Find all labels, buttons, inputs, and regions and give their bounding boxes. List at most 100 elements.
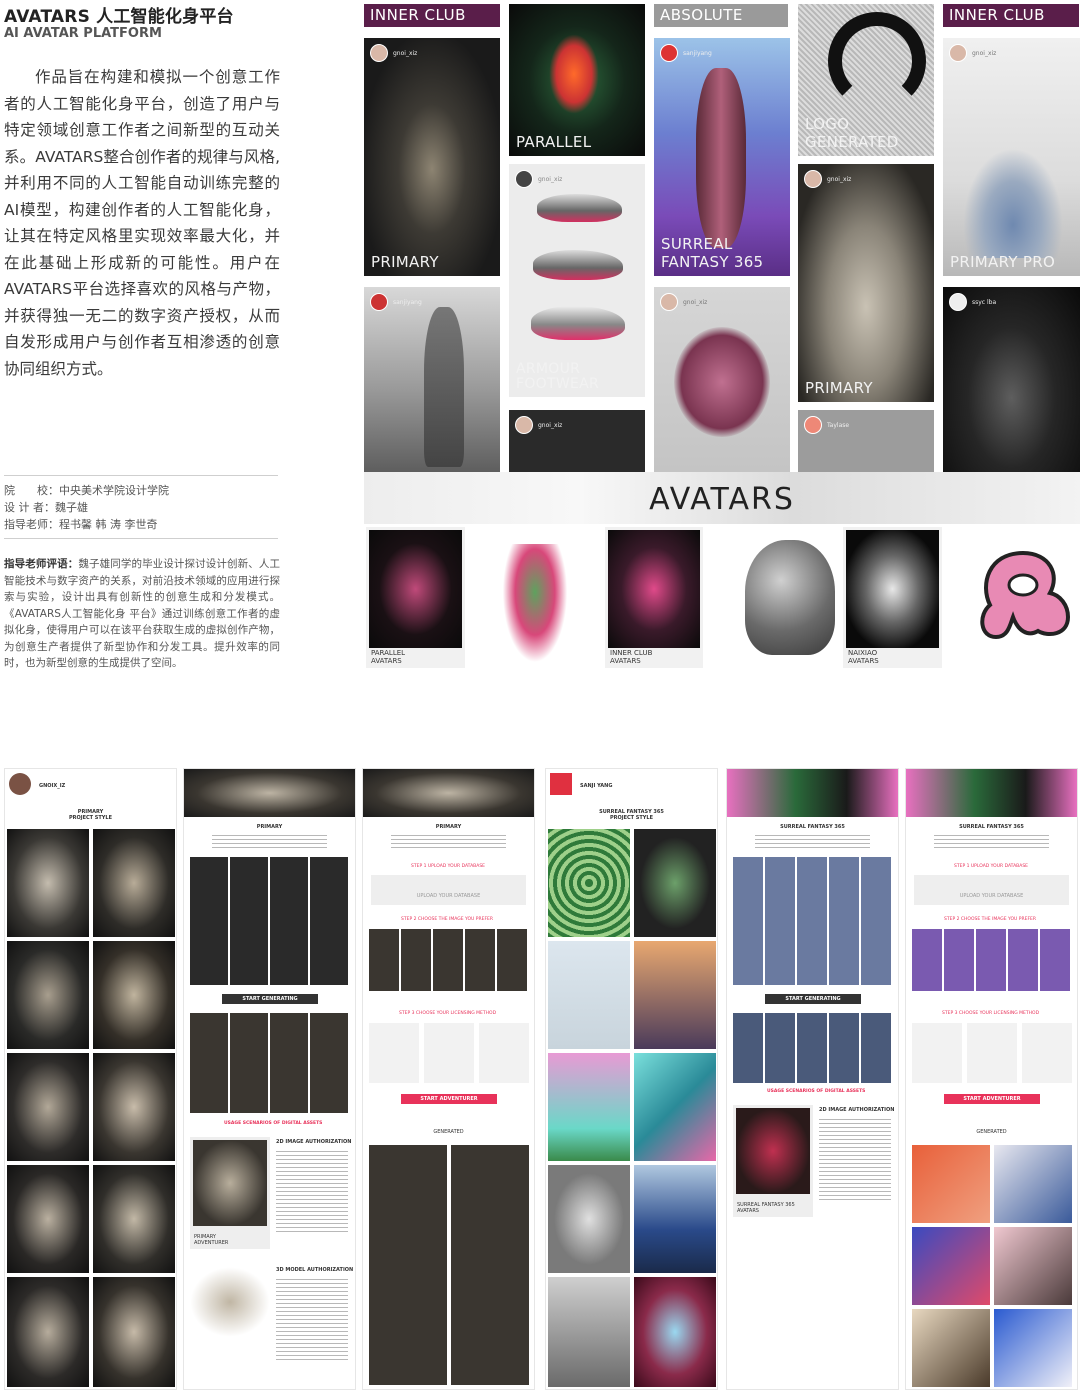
meta-school: 院 校：中央美术学院设计学院 [4, 484, 169, 497]
mockup-heading: PRIMARY PROJECT STYLE [68, 809, 113, 821]
mockup-surreal-generate: SURREAL FANTASY 365 STEP 1 UPLOAD YOUR D… [905, 768, 1078, 1390]
polaroid-image [369, 530, 462, 648]
surreal-image [548, 941, 630, 1049]
avatar-tile-armour[interactable]: gnoi_xiz ARMOUR FOOTWEAR [509, 164, 645, 397]
mockup-primary-page: PRIMARY START GENERATING USAGE SCENARIOS… [183, 768, 356, 1390]
surreal-card[interactable]: SURREAL FANTASY 365 AVATARS [733, 1105, 813, 1217]
upload-dropzone[interactable]: UPLOAD YOUR DATABASE [914, 875, 1069, 905]
upload-label: UPLOAD YOUR DATABASE [416, 893, 481, 899]
step-2-label: STEP 2 CHOOSE THE IMAGE YOU PREFER [401, 917, 494, 922]
licensing-options[interactable] [369, 1023, 529, 1083]
surreal-image [634, 1165, 716, 1273]
hero-image [727, 769, 898, 817]
hero-image [363, 769, 534, 817]
image-grid [733, 857, 893, 985]
divider [4, 538, 278, 539]
surreal-image [548, 1053, 630, 1161]
sculpture-shape [963, 148, 1063, 258]
figure-shape [424, 307, 464, 467]
generated-image [994, 1145, 1072, 1223]
card-caption: PRIMARY ADVENTURER [194, 1234, 229, 1246]
licensing-options[interactable] [912, 1023, 1072, 1083]
auth-2d-title: 2D IMAGE AUTHORIZATION [276, 1139, 352, 1145]
usage-title: USAGE SCENARIOS OF DIGITAL ASSETS [767, 1089, 866, 1094]
start-generating-button[interactable]: START GENERATING [222, 994, 318, 1004]
user-chip: Taylase [804, 416, 849, 434]
username: gnoi_xiz [683, 298, 708, 306]
surreal-image [548, 1165, 630, 1273]
avatar [804, 416, 822, 434]
surreal-image [634, 1053, 716, 1161]
avatar-tile-face[interactable]: ssyc lba [943, 287, 1080, 472]
start-adventurer-button[interactable]: START ADVENTURER [944, 1094, 1040, 1104]
avatar-tile-street[interactable]: sanjiyang [364, 287, 500, 472]
text-lines [819, 1119, 891, 1203]
coral-shape [674, 327, 770, 437]
avatar-tile-surreal[interactable]: sanjiyang SURREAL FANTASY 365 [654, 38, 790, 276]
avatar-tile-primary[interactable]: gnoi_xiz PRIMARY [364, 38, 500, 276]
avatar-tile-dark[interactable]: gnoi_xiz [509, 410, 645, 472]
text-lines [212, 835, 327, 851]
avatar [949, 293, 967, 311]
mockup-heading: SURREAL FANTASY 365 PROJECT STYLE [599, 809, 664, 821]
polaroid-caption: INNER CLUB AVATARS [610, 649, 653, 665]
image-grid [733, 1013, 893, 1083]
user-chip: gnoi_xiz [515, 170, 562, 188]
avatar-tile-primary-pro[interactable]: gnoi_xiz PRIMARY PRO [943, 38, 1080, 276]
step-1-label: STEP 1 UPLOAD YOUR DATABASE [411, 864, 486, 869]
upload-label: UPLOAD YOUR DATABASE [959, 893, 1024, 899]
polaroid-caption: NAIXIAO AVATARS [848, 649, 879, 665]
start-generating-button[interactable]: START GENERATING [765, 994, 861, 1004]
inner-club-bar: INNER CLUB [943, 4, 1079, 27]
username: gnoi_xiz [538, 175, 563, 183]
image-choice-grid[interactable] [912, 929, 1072, 991]
sculpture-image [93, 1053, 175, 1161]
avatar [9, 773, 31, 795]
user-chip: gnoi_xiz [370, 44, 417, 62]
absolute-bar: ABSOLUTE [654, 4, 788, 27]
bust-figure [745, 540, 835, 655]
username: gnoi_xiz [393, 49, 418, 57]
avatar-tile-grey[interactable]: Taylase [798, 410, 934, 472]
username: gnoi_xiz [538, 421, 563, 429]
mockup-heading: SURREAL FANTASY 365 [780, 824, 845, 830]
username: Taylase [827, 421, 850, 429]
user-chip: gnoi_xiz [515, 416, 562, 434]
user-chip: ssyc lba [949, 293, 996, 311]
usage-title: USAGE SCENARIOS OF DIGITAL ASSETS [224, 1121, 323, 1126]
avatar-tile-parallel[interactable]: PARALLEL [509, 4, 645, 156]
page-subtitle: AI AVATAR PLATFORM [4, 26, 162, 41]
page-title: AVATARS 人工智能化身平台 [4, 7, 234, 27]
shoe-shape [533, 250, 623, 280]
polaroid-parallel[interactable]: PARALLEL AVATARS [366, 527, 465, 668]
avatar-tile-primary-2[interactable]: gnoi_xiz PRIMARY [798, 164, 934, 402]
shoe-shape [531, 306, 625, 340]
image-grid [190, 857, 350, 985]
tower-shape [696, 68, 746, 248]
avatar-tile-logo[interactable]: LOGO GENERATED [798, 4, 934, 156]
sculpture-image [7, 829, 89, 937]
username: ssyc lba [972, 298, 997, 306]
upload-dropzone[interactable]: UPLOAD YOUR DATABASE [371, 875, 526, 905]
shoe-shape [537, 194, 622, 222]
polaroid-inner-club[interactable]: INNER CLUB AVATARS [605, 527, 703, 668]
adventurer-card[interactable]: PRIMARY ADVENTURER [190, 1137, 270, 1249]
review-text: 魏子雄同学的毕业设计探讨设计创新、人工智能技术与数字资产的关系，对前沿技术领域的… [4, 558, 281, 669]
meta-advisor: 指导老师：程书馨 韩 涛 李世奇 [4, 518, 158, 531]
auth-2d-title: 2D IMAGE AUTHORIZATION [819, 1107, 895, 1113]
hero-image [906, 769, 1077, 817]
user-chip: sanjiyang [660, 44, 712, 62]
user-chip: sanjiyang [370, 293, 422, 311]
polaroid-naixiao[interactable]: NAIXIAO AVATARS [843, 527, 942, 668]
avatar [515, 416, 533, 434]
surreal-image [548, 1277, 630, 1387]
tile-label: SURREAL FANTASY 365 [661, 235, 764, 271]
start-adventurer-button[interactable]: START ADVENTURER [401, 1094, 497, 1104]
image-choice-grid[interactable] [369, 929, 529, 991]
image-grid [190, 1013, 350, 1113]
polaroid-image [608, 530, 700, 648]
avatar [550, 773, 572, 795]
avatar-tile-coral[interactable]: gnoi_xiz [654, 287, 790, 472]
sculpture-image [93, 941, 175, 1049]
tile-label: PRIMARY [805, 379, 873, 397]
